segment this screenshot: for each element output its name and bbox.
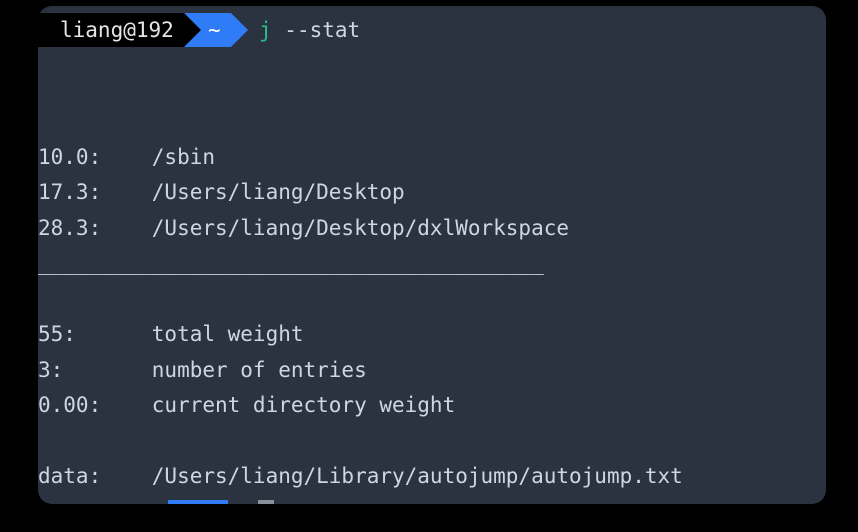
powerline-separator-icon bbox=[231, 13, 248, 47]
prompt-line: liang@192 ~ j --stat bbox=[38, 6, 826, 58]
powerline-separator-icon bbox=[184, 13, 201, 47]
command-input[interactable]: j --stat bbox=[259, 13, 360, 47]
terminal-window[interactable]: liang@192 ~ j --stat 10.0: /sbin 17.3: /… bbox=[38, 6, 826, 504]
accent-underline bbox=[168, 500, 228, 504]
terminal-output: 10.0: /sbin 17.3: /Users/liang/Desktop 2… bbox=[38, 104, 826, 495]
command-args: --stat bbox=[272, 18, 361, 42]
command-name: j bbox=[259, 18, 272, 42]
accent-underline bbox=[258, 500, 274, 504]
prompt-user-host: liang@192 bbox=[38, 13, 184, 47]
